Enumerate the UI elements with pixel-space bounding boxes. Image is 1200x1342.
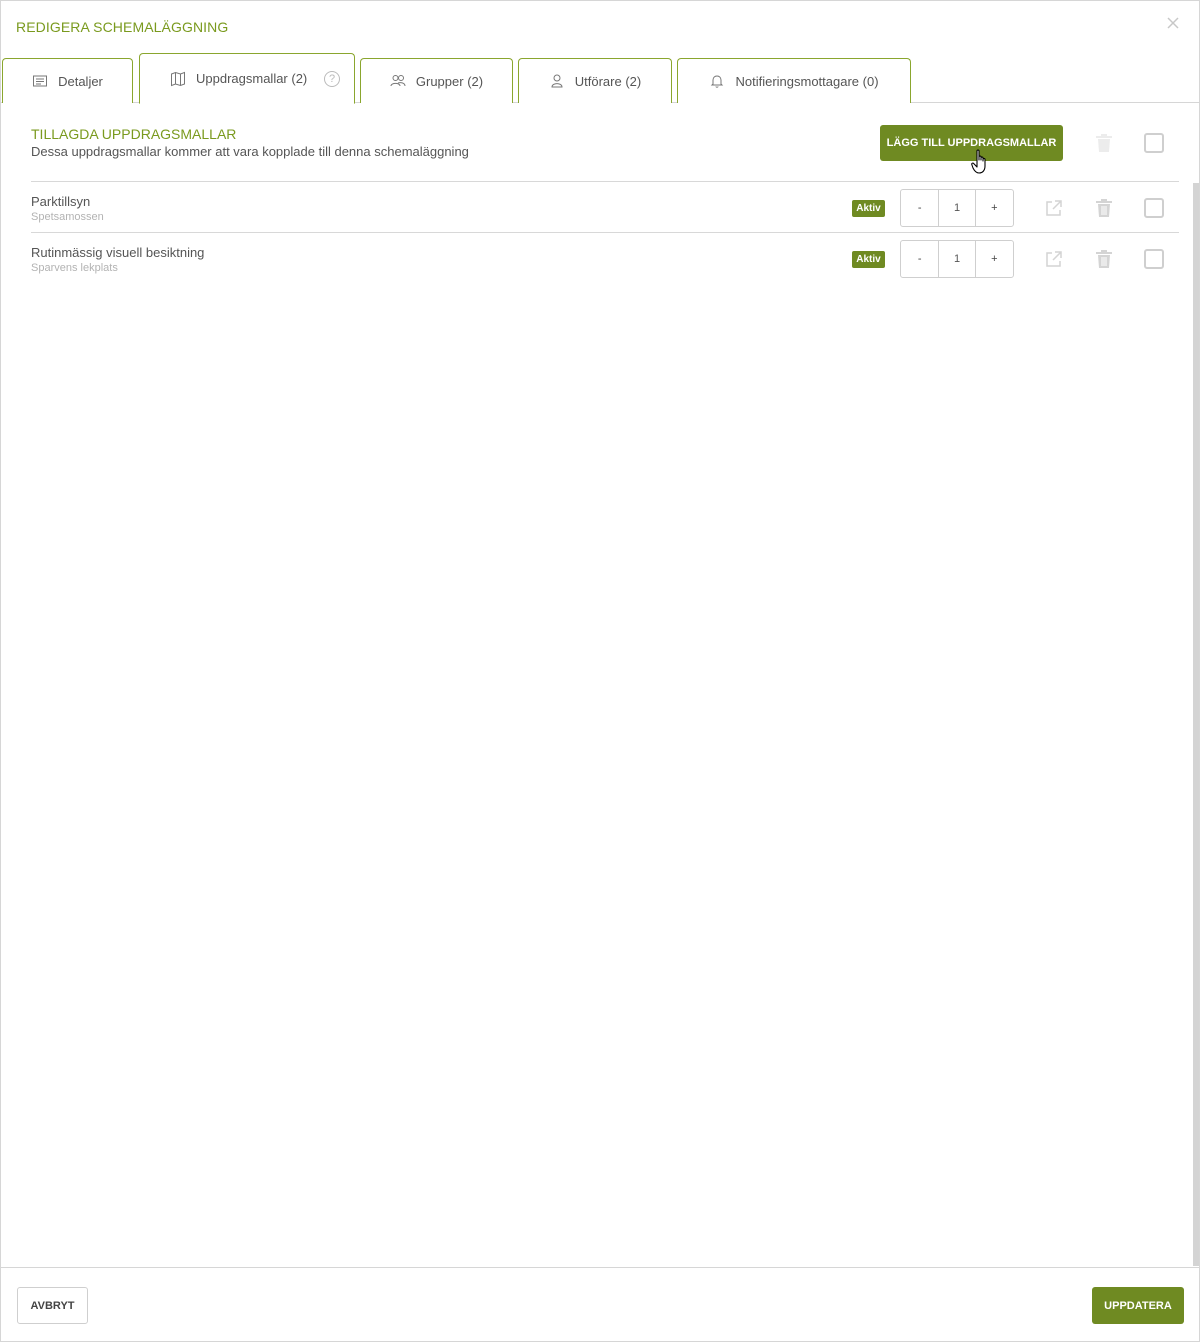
template-location: Sparvens lekplats xyxy=(31,262,118,274)
decrement-button[interactable]: - xyxy=(901,190,938,226)
tab-label: Utförare (2) xyxy=(574,73,642,89)
quantity-value[interactable]: 1 xyxy=(938,190,976,226)
user-icon xyxy=(551,74,563,88)
template-name: Rutinmässig visuell besiktning xyxy=(31,245,205,260)
tab-label: Detaljer xyxy=(58,73,103,89)
scrollbar[interactable] xyxy=(1193,183,1199,1266)
status-badge: Aktiv xyxy=(852,251,885,268)
increment-button[interactable]: + xyxy=(976,190,1013,226)
bell-icon xyxy=(711,75,724,88)
document-lines-icon xyxy=(33,75,48,87)
tab-bar: Detaljer Uppdragsmallar (2) ? Grupper (2… xyxy=(1,53,1199,104)
external-link-icon[interactable] xyxy=(1044,198,1064,218)
row-checkbox[interactable] xyxy=(1144,249,1164,269)
tab-label: Uppdragsmallar (2) xyxy=(196,71,308,86)
external-link-icon[interactable] xyxy=(1044,249,1064,269)
template-location: Spetsamossen xyxy=(31,211,104,223)
cancel-button[interactable]: AVBRYT xyxy=(17,1287,88,1324)
tab-utforare[interactable]: Utförare (2) xyxy=(518,58,672,103)
tab-grupper[interactable]: Grupper (2) xyxy=(360,58,513,103)
divider xyxy=(31,232,1179,233)
status-badge: Aktiv xyxy=(852,200,885,217)
row-checkbox[interactable] xyxy=(1144,198,1164,218)
update-button[interactable]: UPPDATERA xyxy=(1092,1287,1184,1324)
trash-icon[interactable] xyxy=(1095,249,1113,269)
close-icon[interactable] xyxy=(1165,15,1181,31)
users-icon xyxy=(390,75,406,87)
tab-label: Grupper (2) xyxy=(415,73,484,89)
tab-detaljer[interactable]: Detaljer xyxy=(2,58,133,103)
map-icon xyxy=(171,71,185,86)
edit-schedule-modal: REDIGERA SCHEMALÄGGNING Detaljer Uppdrag… xyxy=(0,0,1200,1342)
trash-icon xyxy=(1096,134,1112,152)
help-icon[interactable]: ? xyxy=(324,71,340,87)
tab-notifieringsmottagare[interactable]: Notifieringsmottagare (0) xyxy=(677,58,911,103)
select-all-checkbox[interactable] xyxy=(1144,133,1164,153)
hand-cursor-icon xyxy=(971,149,986,174)
template-name: Parktillsyn xyxy=(31,194,91,209)
modal-header: REDIGERA SCHEMALÄGGNING xyxy=(1,1,1199,51)
trash-icon[interactable] xyxy=(1095,198,1113,218)
modal-footer: AVBRYT UPPDATERA xyxy=(1,1267,1199,1342)
tab-uppdragsmallar[interactable]: Uppdragsmallar (2) ? xyxy=(139,53,355,104)
increment-button[interactable]: + xyxy=(976,241,1013,277)
modal-title: REDIGERA SCHEMALÄGGNING xyxy=(16,19,229,35)
quantity-stepper: - 1 + xyxy=(900,240,1014,278)
decrement-button[interactable]: - xyxy=(901,241,938,277)
tab-label: Notifieringsmottagare (0) xyxy=(735,73,879,89)
quantity-value[interactable]: 1 xyxy=(938,241,976,277)
divider xyxy=(31,181,1179,182)
quantity-stepper: - 1 + xyxy=(900,189,1014,227)
